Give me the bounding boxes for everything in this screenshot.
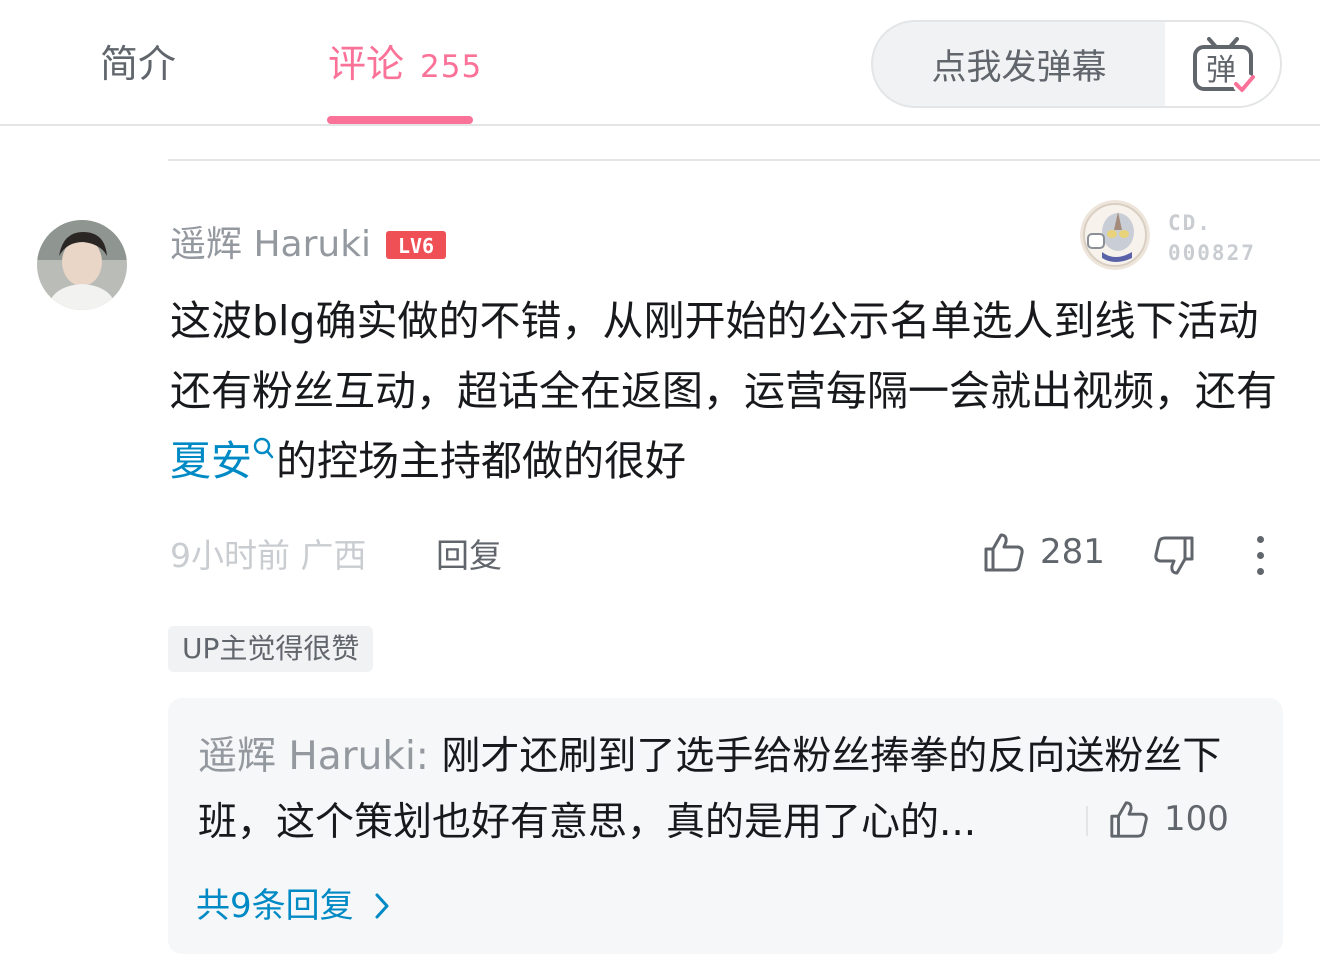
dislike-button[interactable] xyxy=(1152,534,1196,582)
sub-reply-like-button[interactable]: 100 xyxy=(1108,798,1229,840)
danmaku-toggle-button[interactable]: 弹 xyxy=(1165,22,1280,106)
up-liked-badge: UP主觉得很赞 xyxy=(168,626,374,672)
search-icon xyxy=(253,437,274,459)
search-link[interactable]: 夏安 xyxy=(170,437,276,485)
tab-bar: 简介 评论 255 点我发弹幕 弹 xyxy=(0,0,1320,126)
view-all-replies-link[interactable]: 共9条回复 xyxy=(196,884,390,928)
sub-reply-username[interactable]: 遥辉 Haruki: xyxy=(198,734,429,779)
like-count: 281 xyxy=(1040,532,1105,572)
comment-content: 这波blg确实做的不错，从刚开始的公示名单选人到线下活动还有粉丝互动，超话全在返… xyxy=(170,286,1285,496)
search-link-text: 夏安 xyxy=(170,437,252,485)
level-text: LV6 xyxy=(398,234,434,258)
fan-medal-line1: CD. xyxy=(1168,211,1212,235)
thumb-up-icon xyxy=(1110,801,1148,838)
sub-reply-separator xyxy=(1086,806,1088,836)
tab-comments-label: 评论 xyxy=(328,42,405,86)
sub-reply-box: 遥辉 Haruki: 刚才还刷到了选手给粉丝捧拳的反向送粉丝下班，这个策划也好有… xyxy=(168,698,1283,954)
danmaku-bar: 点我发弹幕 弹 xyxy=(871,20,1282,108)
comment-meta: 9小时前 广西 xyxy=(170,534,367,578)
sub-reply[interactable]: 遥辉 Haruki: 刚才还刷到了选手给粉丝捧拳的反向送粉丝下班，这个策划也好有… xyxy=(198,724,1248,856)
section-divider xyxy=(168,159,1320,161)
comment-count: 255 xyxy=(420,49,483,85)
fan-medal-line2: 000827 xyxy=(1168,241,1256,265)
thumb-down-icon xyxy=(1154,536,1194,575)
comment-username[interactable]: 遥辉 Haruki xyxy=(170,222,371,268)
more-options-icon[interactable] xyxy=(1250,536,1270,576)
danmaku-toggle-icon: 弹 xyxy=(1192,37,1255,95)
view-all-replies-label: 共9条回复 xyxy=(196,886,354,926)
level-badge: LV6 xyxy=(386,231,446,259)
chevron-right-icon xyxy=(375,893,389,919)
comment-text-before: 这波blg确实做的不错，从刚开始的公示名单选人到线下活动还有粉丝互动，超话全在返… xyxy=(170,297,1277,415)
danmaku-input[interactable]: 点我发弹幕 xyxy=(873,22,1165,106)
reply-button[interactable]: 回复 xyxy=(436,534,502,578)
avatar[interactable] xyxy=(37,220,127,310)
avatar-image xyxy=(37,220,127,310)
tab-intro[interactable]: 简介 xyxy=(100,40,176,88)
active-tab-indicator xyxy=(327,116,473,124)
like-button[interactable]: 281 xyxy=(982,530,1105,574)
comment-location: 广西 xyxy=(300,536,367,575)
comment-text-after: 的控场主持都做的很好 xyxy=(276,437,686,485)
tab-comments[interactable]: 评论 255 xyxy=(328,40,482,91)
thumb-up-icon xyxy=(984,533,1024,572)
comment-time: 9小时前 xyxy=(170,536,290,575)
fan-medal-icon[interactable] xyxy=(1080,200,1150,270)
danmaku-glyph: 弹 xyxy=(1206,53,1236,88)
fan-medal-text: CD. 000827 xyxy=(1168,208,1256,268)
sub-reply-like-count: 100 xyxy=(1164,799,1229,839)
